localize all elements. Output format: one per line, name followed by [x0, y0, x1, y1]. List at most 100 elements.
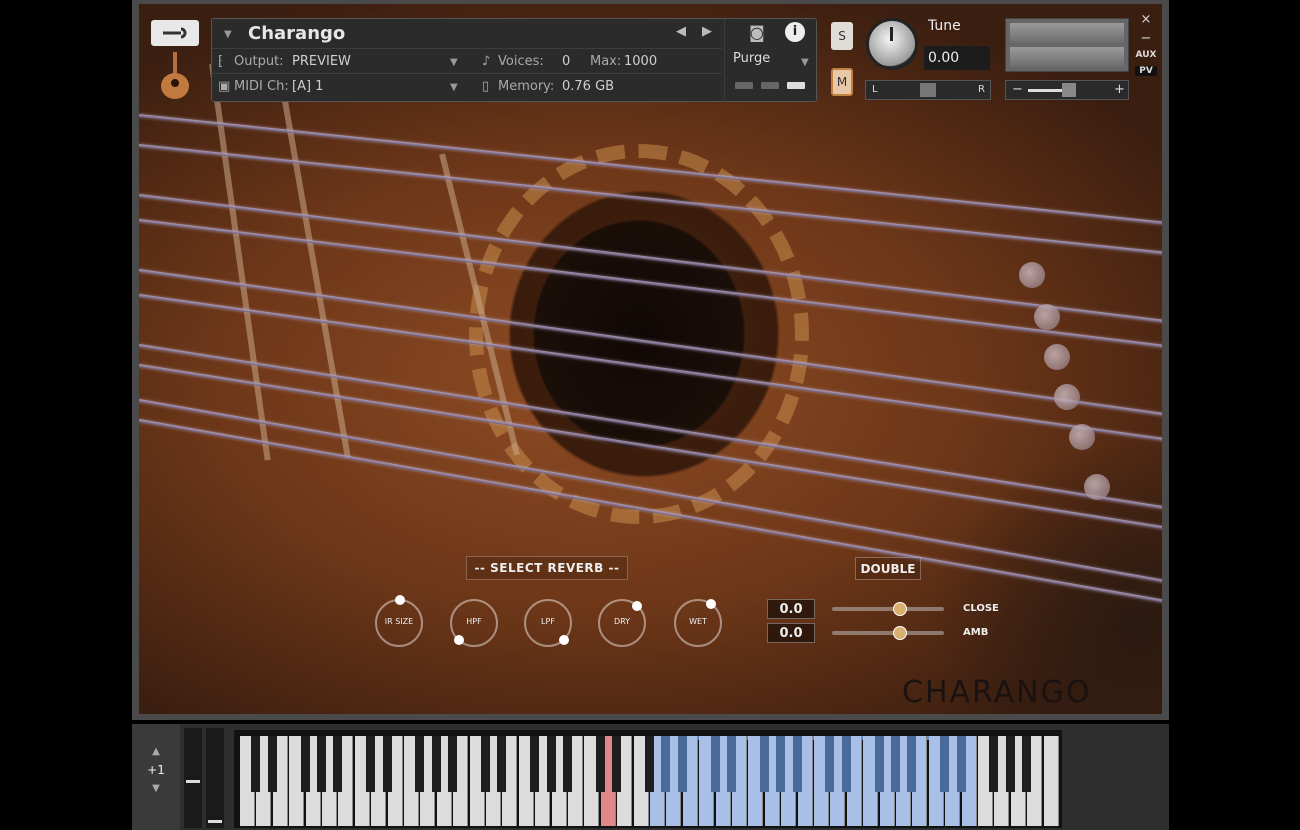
double-button[interactable]: DOUBLE [855, 557, 921, 580]
black-key[interactable] [382, 736, 392, 792]
volume-plus[interactable]: + [1114, 82, 1125, 97]
volume-slider[interactable]: − + [1005, 80, 1129, 100]
black-key[interactable] [530, 736, 540, 792]
purge-meter-segment [787, 82, 805, 89]
amb-slider-thumb[interactable] [892, 626, 907, 640]
pitch-bend-wheel[interactable] [184, 728, 202, 828]
black-key[interactable] [481, 736, 490, 792]
amb-slider[interactable] [832, 626, 944, 640]
black-key[interactable] [874, 736, 884, 792]
black-key[interactable] [956, 736, 966, 792]
black-key[interactable] [415, 736, 425, 792]
black-key[interactable] [776, 736, 786, 792]
knob-indicator [559, 635, 569, 645]
octave-up-icon[interactable]: ▲ [132, 746, 180, 757]
wrench-icon[interactable] [151, 20, 199, 46]
pan-slider[interactable]: L R [865, 80, 991, 100]
white-key[interactable] [1043, 736, 1059, 826]
black-key[interactable] [251, 736, 261, 792]
knob-label: DRY [613, 617, 631, 626]
output-label: Output: [234, 53, 284, 69]
memory-value: 0.76 GB [562, 79, 615, 94]
close-slider[interactable] [832, 602, 944, 616]
pitch-bend-indicator [186, 780, 200, 783]
midi-channel-select[interactable]: [A] 1 [292, 79, 323, 94]
black-key[interactable] [448, 736, 458, 792]
black-key[interactable] [940, 736, 950, 792]
black-key[interactable] [1022, 736, 1032, 792]
purge-caret-icon[interactable]: ▼ [801, 57, 809, 68]
midi-icon: ▣ [218, 79, 231, 94]
knob-indicator [706, 599, 716, 609]
black-key[interactable] [431, 736, 441, 792]
prev-arrow-icon[interactable]: ◀ [676, 24, 686, 39]
knob-label: HPF [466, 617, 482, 626]
pan-handle[interactable] [920, 83, 936, 97]
mute-button[interactable]: M [831, 68, 853, 96]
next-arrow-icon[interactable]: ▶ [702, 24, 712, 39]
dropdown-caret-icon[interactable]: ▼ [224, 29, 232, 40]
volume-minus[interactable]: − [1012, 82, 1023, 97]
output-select[interactable]: PREVIEW [292, 54, 351, 69]
black-key[interactable] [595, 736, 605, 792]
minimize-icon[interactable]: − [1135, 31, 1157, 46]
midi-caret-icon[interactable]: ▼ [450, 82, 458, 93]
black-key[interactable] [563, 736, 572, 792]
close-value-field[interactable]: 0.0 [767, 599, 815, 619]
black-key[interactable] [333, 736, 343, 792]
black-key[interactable] [891, 736, 900, 792]
black-key[interactable] [546, 736, 556, 792]
wet-knob[interactable]: WET [674, 599, 722, 647]
black-key[interactable] [677, 736, 687, 792]
output-caret-icon[interactable]: ▼ [450, 57, 458, 68]
black-key[interactable] [645, 736, 654, 792]
close-slider-thumb[interactable] [892, 602, 907, 616]
black-key[interactable] [497, 736, 507, 792]
black-key[interactable] [267, 736, 277, 792]
purge-button[interactable]: Purge [733, 51, 770, 66]
lpf-knob[interactable]: LPF [524, 599, 572, 647]
tune-knob[interactable] [866, 18, 918, 70]
black-key[interactable] [1005, 736, 1015, 792]
instrument-name[interactable]: Charango [248, 23, 345, 44]
black-key[interactable] [317, 736, 326, 792]
black-key[interactable] [989, 736, 999, 792]
close-icon[interactable]: × [1135, 12, 1157, 27]
name-row: ▼ Charango ◀ ▶ [212, 19, 722, 49]
black-key[interactable] [366, 736, 376, 792]
black-key[interactable] [727, 736, 736, 792]
black-key[interactable] [792, 736, 802, 792]
solo-button[interactable]: S [831, 22, 853, 50]
instrument-info-panel: ▼ Charango ◀ ▶ ⁅ Output: PREVIEW ▼ ♪ Voi… [211, 18, 817, 103]
output-icon: ⁅ [218, 53, 224, 69]
pv-button[interactable]: PV [1135, 66, 1157, 76]
piano-keyboard[interactable] [234, 730, 1062, 828]
black-key[interactable] [612, 736, 622, 792]
bridge-peg [1054, 384, 1080, 410]
max-voices-field[interactable]: 1000 [624, 54, 657, 69]
instrument-header: ▼ Charango ◀ ▶ ⁅ Output: PREVIEW ▼ ♪ Voi… [139, 4, 1162, 104]
black-key[interactable] [841, 736, 851, 792]
knob-indicator [454, 635, 464, 645]
select-reverb-dropdown[interactable]: -- SELECT REVERB -- [466, 556, 628, 580]
black-key[interactable] [710, 736, 720, 792]
voices-label: Voices: [498, 53, 544, 69]
black-key[interactable] [759, 736, 769, 792]
black-key[interactable] [907, 736, 917, 792]
mod-wheel[interactable] [206, 728, 224, 828]
octave-down-icon[interactable]: ▼ [132, 783, 180, 794]
black-key[interactable] [661, 736, 671, 792]
info-icon[interactable]: i [785, 22, 805, 42]
tune-value[interactable]: 0.00 [924, 46, 990, 70]
amb-value-field[interactable]: 0.0 [767, 623, 815, 643]
black-key[interactable] [300, 736, 310, 792]
volume-handle[interactable] [1062, 83, 1076, 97]
aux-button[interactable]: AUX [1135, 50, 1157, 60]
level-meter-left [1010, 23, 1124, 43]
dry-knob[interactable]: DRY [598, 599, 646, 647]
ir-size-knob[interactable]: IR SIZE [375, 595, 423, 647]
black-key[interactable] [825, 736, 835, 792]
bridge-peg [1034, 304, 1060, 330]
hpf-knob[interactable]: HPF [450, 599, 498, 647]
camera-icon[interactable]: ◙ [749, 23, 765, 42]
